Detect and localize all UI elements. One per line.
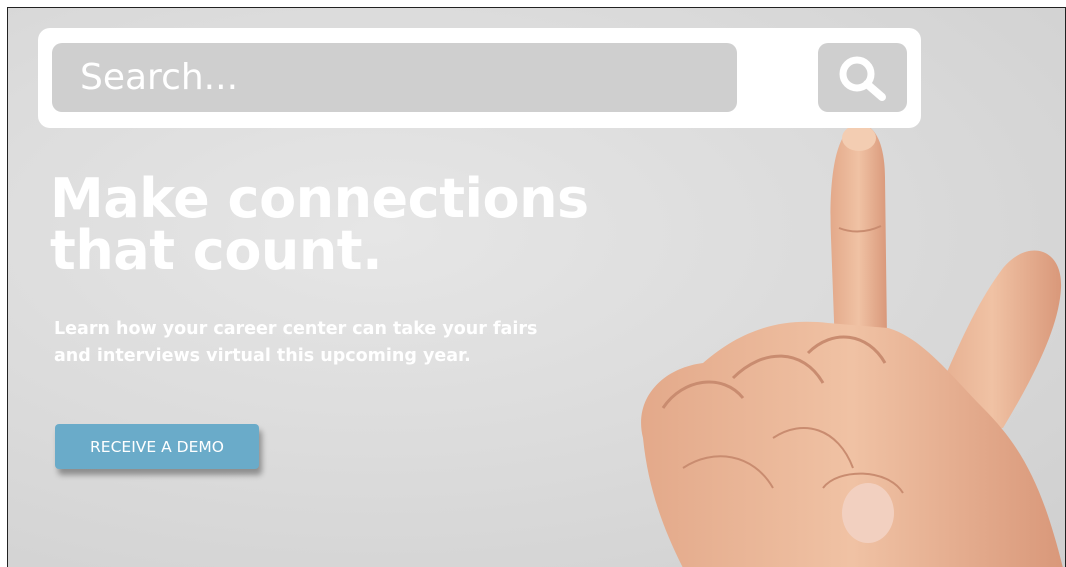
- subtext-line-1: Learn how your career center can take yo…: [54, 319, 538, 339]
- page-title: Make connections that count.: [50, 172, 670, 278]
- pointing-hand-image: [641, 124, 1063, 567]
- headline-line-2: that count.: [50, 219, 383, 282]
- subtext-line-2: and interviews virtual this upcoming yea…: [54, 346, 471, 366]
- search-bar: [38, 28, 921, 128]
- hero-banner: Make connections that count. Learn how y…: [7, 7, 1066, 567]
- hero-subtext: Learn how your career center can take yo…: [54, 316, 614, 370]
- search-button[interactable]: [818, 43, 907, 112]
- search-input[interactable]: [52, 43, 737, 112]
- search-icon: [839, 56, 886, 101]
- receive-demo-button[interactable]: RECEIVE A DEMO: [55, 424, 259, 469]
